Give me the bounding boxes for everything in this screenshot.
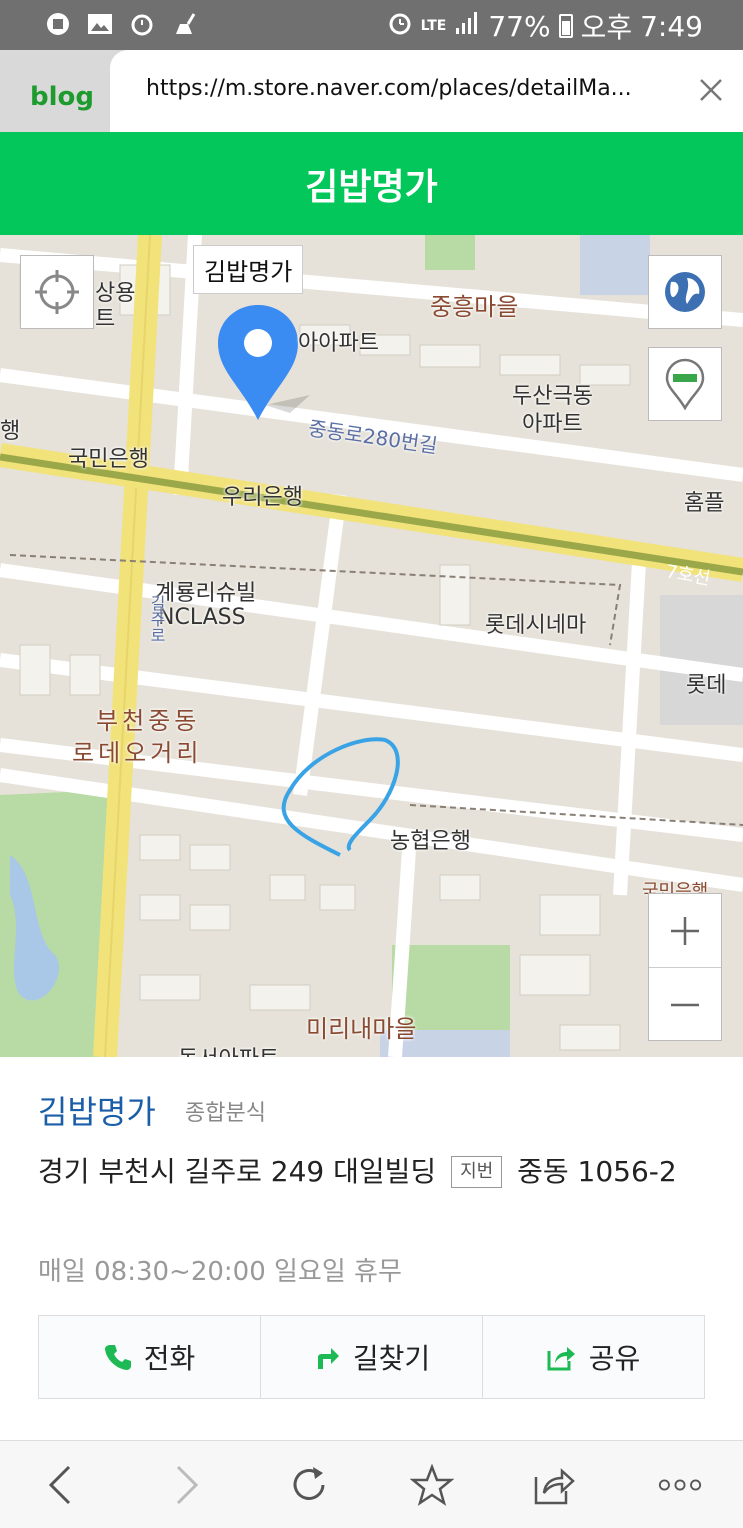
share-page-button[interactable] — [532, 1463, 576, 1507]
map-label-apt2: 아아파트 — [298, 331, 379, 356]
map-label-nclass: NCLASS — [158, 605, 246, 630]
map-background — [0, 235, 743, 1057]
cleaner-icon — [170, 10, 198, 38]
map-label-rodeo2: 로데오거리 — [72, 739, 203, 767]
back-button[interactable] — [38, 1463, 82, 1507]
share-button[interactable]: 공유 — [482, 1316, 704, 1398]
map-label-doosan2: 아파트 — [522, 412, 583, 437]
action-buttons: 전화 길찾기 공유 — [38, 1315, 705, 1399]
map-marker-button[interactable] — [648, 347, 722, 421]
directions-arrow-icon — [317, 1348, 339, 1369]
globe-icon — [665, 272, 705, 312]
chevron-right-icon — [176, 1465, 199, 1505]
directions-button[interactable]: 길찾기 — [260, 1316, 482, 1398]
url-field-container[interactable]: https://m.store.naver.com/places/detailM… — [110, 50, 743, 132]
star-icon — [410, 1463, 454, 1506]
business-hours: 매일 08:30~20:00 일요일 휴무 — [38, 1257, 402, 1287]
usb-icon — [44, 10, 72, 38]
crosshair-icon — [35, 270, 79, 314]
map-label-kookmin: 국민은행 — [68, 447, 149, 472]
share-label: 공유 — [588, 1342, 641, 1375]
minus-icon — [671, 1003, 699, 1006]
zoom-in-button[interactable] — [649, 894, 721, 967]
map-view[interactable]: 김밥명가 상용 트 중흥마을 아아파트 두산극동 아파트 행 국민은행 중동로2… — [0, 235, 743, 1057]
jibun-badge: 지번 — [451, 1156, 503, 1188]
map-label-apt1: 트 — [95, 307, 116, 332]
call-button[interactable]: 전화 — [39, 1316, 260, 1398]
lte-indicator: LTE — [420, 18, 447, 34]
map-label-lottecinema: 롯데시네마 — [485, 613, 587, 638]
location-pin-icon — [665, 358, 705, 410]
refresh-button[interactable] — [287, 1463, 331, 1507]
status-bar: LTE 77% 오후 7:49 — [0, 0, 743, 50]
bookmark-button[interactable] — [410, 1463, 454, 1507]
current-location-button[interactable] — [20, 255, 94, 329]
share-icon — [547, 1347, 575, 1371]
browser-url-bar: blog https://m.store.naver.com/places/de… — [0, 50, 743, 132]
browser-nav-bar — [0, 1440, 743, 1528]
url-text[interactable]: https://m.store.naver.com/places/detailM… — [146, 76, 656, 101]
battery-percent: 77% — [488, 9, 551, 43]
place-name[interactable]: 김밥명가 — [38, 1087, 156, 1133]
road-address: 경기 부천시 길주로 249 대일빌딩 — [38, 1155, 437, 1188]
battery-icon — [558, 14, 573, 38]
phone-icon — [104, 1345, 131, 1370]
map-label-lotte: 롯데 — [686, 673, 727, 698]
jibun-address: 중동 1056-2 — [517, 1155, 677, 1188]
zoom-control — [648, 893, 722, 1041]
map-label-nonghyup: 농협은행 — [390, 829, 471, 854]
alarm-icon — [128, 10, 156, 38]
image-icon — [86, 10, 114, 38]
alarm-clock-icon — [387, 10, 413, 43]
more-options-button[interactable] — [658, 1463, 702, 1507]
map-label-woori: 우리은행 — [222, 485, 303, 510]
place-category: 종합분식 — [185, 1101, 266, 1126]
map-label-jungheung: 중흥마을 — [430, 293, 519, 321]
map-label-mirinae: 미리내마을 — [306, 1015, 417, 1043]
directions-label: 길찾기 — [352, 1342, 431, 1375]
signal-icon — [454, 10, 480, 43]
map-type-button[interactable] — [648, 255, 722, 329]
map-label-vertical-road: 길주로 — [147, 595, 166, 643]
share-page-icon — [534, 1468, 575, 1505]
place-info-panel: 김밥명가 종합분식 경기 부천시 길주로 249 대일빌딩 지번 중동 1056… — [0, 1057, 743, 1440]
map-label-rodeo1: 부천중동 — [96, 707, 201, 735]
map-label-dongseo: 동서아파트 — [178, 1041, 279, 1057]
background-tab-label: blog — [30, 82, 94, 112]
plus-icon — [671, 916, 699, 945]
map-pin-label: 김밥명가 — [193, 245, 304, 294]
map-label-gyeryong: 계룡리슈빌 — [155, 581, 257, 606]
map-label-left-edge: 행 — [0, 419, 21, 444]
time: 7:49 — [640, 9, 703, 43]
chevron-left-icon — [48, 1465, 71, 1505]
time-ampm: 오후 — [580, 11, 633, 44]
more-dots-icon — [658, 1479, 702, 1491]
close-icon[interactable] — [693, 72, 729, 108]
forward-button[interactable] — [165, 1463, 209, 1507]
page-title: 김밥명가 — [0, 132, 743, 235]
map-label-homeplus: 홈플 — [684, 491, 725, 516]
call-label: 전화 — [143, 1342, 196, 1375]
refresh-icon — [293, 1467, 325, 1500]
place-address: 경기 부천시 길주로 249 대일빌딩 지번 중동 1056-2 — [38, 1147, 718, 1197]
zoom-out-button[interactable] — [649, 967, 721, 1041]
